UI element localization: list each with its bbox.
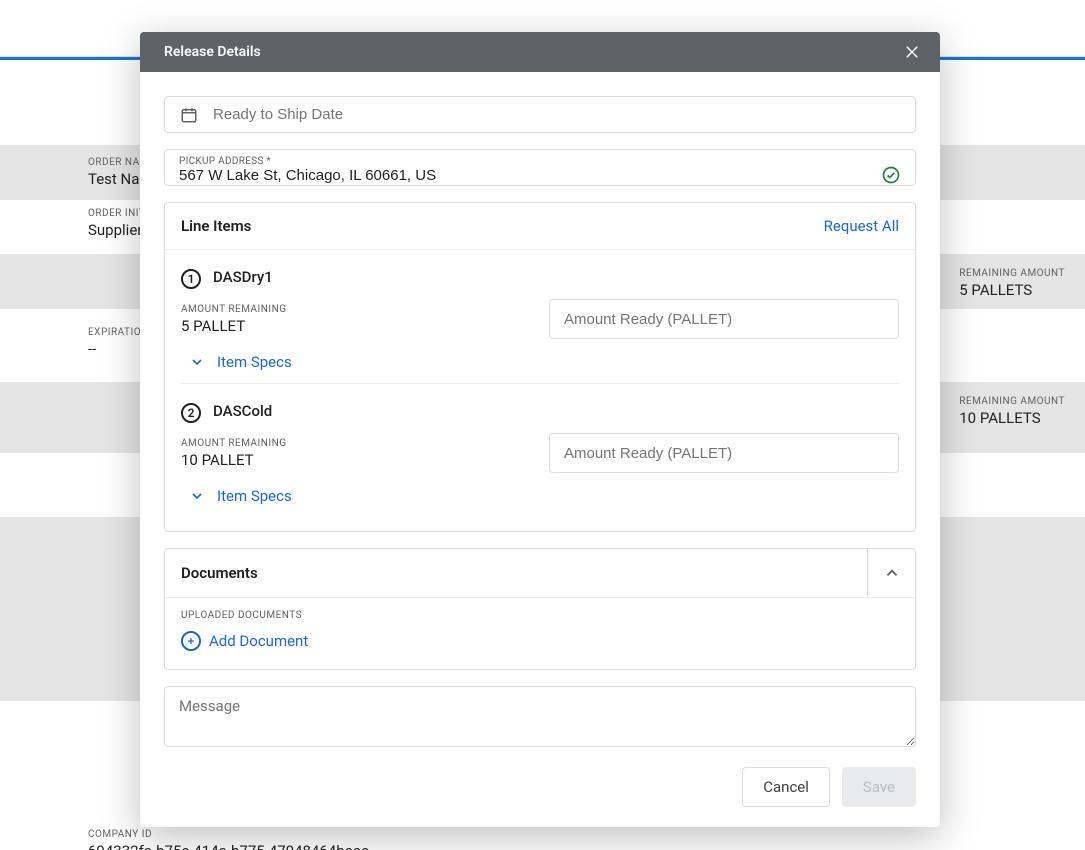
line-item: 1 DASDry1 AMOUNT REMAINING 5 PALLET — [181, 250, 899, 383]
line-item-name: DASCold — [213, 402, 272, 420]
add-document-button[interactable]: Add Document — [181, 631, 899, 651]
line-item: 2 DASCold AMOUNT REMAINING 10 PALLET — [181, 383, 899, 517]
calendar-icon — [179, 105, 199, 125]
item-specs-toggle[interactable]: Item Specs — [189, 487, 899, 505]
ready-to-ship-date-field[interactable] — [164, 96, 916, 133]
modal-header: Release Details — [140, 32, 940, 72]
line-item-number: 2 — [181, 403, 201, 423]
amount-remaining-label: AMOUNT REMAINING — [181, 304, 287, 315]
message-textarea[interactable] — [164, 686, 916, 747]
documents-card: Documents UPLOADED DOCUMENTS Add Documen… — [164, 548, 916, 670]
amount-remaining-value: 10 PALLET — [181, 451, 287, 469]
amount-ready-field[interactable] — [549, 433, 899, 473]
chevron-up-icon — [883, 564, 901, 582]
request-all-link[interactable]: Request All — [824, 217, 899, 235]
release-details-modal: Release Details PICKUP ADDRESS * — [140, 32, 940, 827]
modal-title: Release Details — [164, 44, 261, 60]
ready-to-ship-date-input[interactable] — [213, 106, 901, 123]
chevron-down-icon — [189, 354, 205, 370]
modal-overlay: Release Details PICKUP ADDRESS * — [0, 0, 1085, 850]
save-button[interactable]: Save — [842, 767, 916, 807]
pickup-address-input[interactable] — [179, 167, 873, 184]
amount-ready-field[interactable] — [549, 299, 899, 339]
line-items-card: Line Items Request All 1 DASDry1 AMOUNT … — [164, 202, 916, 532]
amount-remaining-value: 5 PALLET — [181, 317, 287, 335]
line-item-name: DASDry1 — [213, 268, 273, 286]
documents-collapse-toggle[interactable] — [867, 549, 915, 597]
add-document-label: Add Document — [209, 632, 308, 650]
item-specs-toggle[interactable]: Item Specs — [189, 353, 899, 371]
line-item-number: 1 — [181, 269, 201, 289]
pickup-address-field[interactable]: PICKUP ADDRESS * — [164, 149, 916, 186]
plus-circle-icon — [181, 631, 201, 651]
modal-actions: Cancel Save — [164, 767, 916, 807]
item-specs-label: Item Specs — [217, 353, 292, 371]
cancel-button[interactable]: Cancel — [742, 767, 830, 807]
check-circle-icon — [881, 165, 901, 185]
amount-ready-input[interactable] — [564, 311, 884, 328]
documents-title: Documents — [181, 564, 258, 582]
item-specs-label: Item Specs — [217, 487, 292, 505]
amount-ready-input[interactable] — [564, 445, 884, 462]
line-items-title: Line Items — [181, 217, 251, 235]
amount-remaining-label: AMOUNT REMAINING — [181, 438, 287, 449]
uploaded-documents-label: UPLOADED DOCUMENTS — [181, 610, 899, 621]
close-icon — [903, 43, 921, 61]
chevron-down-icon — [189, 488, 205, 504]
close-button[interactable] — [900, 40, 924, 64]
